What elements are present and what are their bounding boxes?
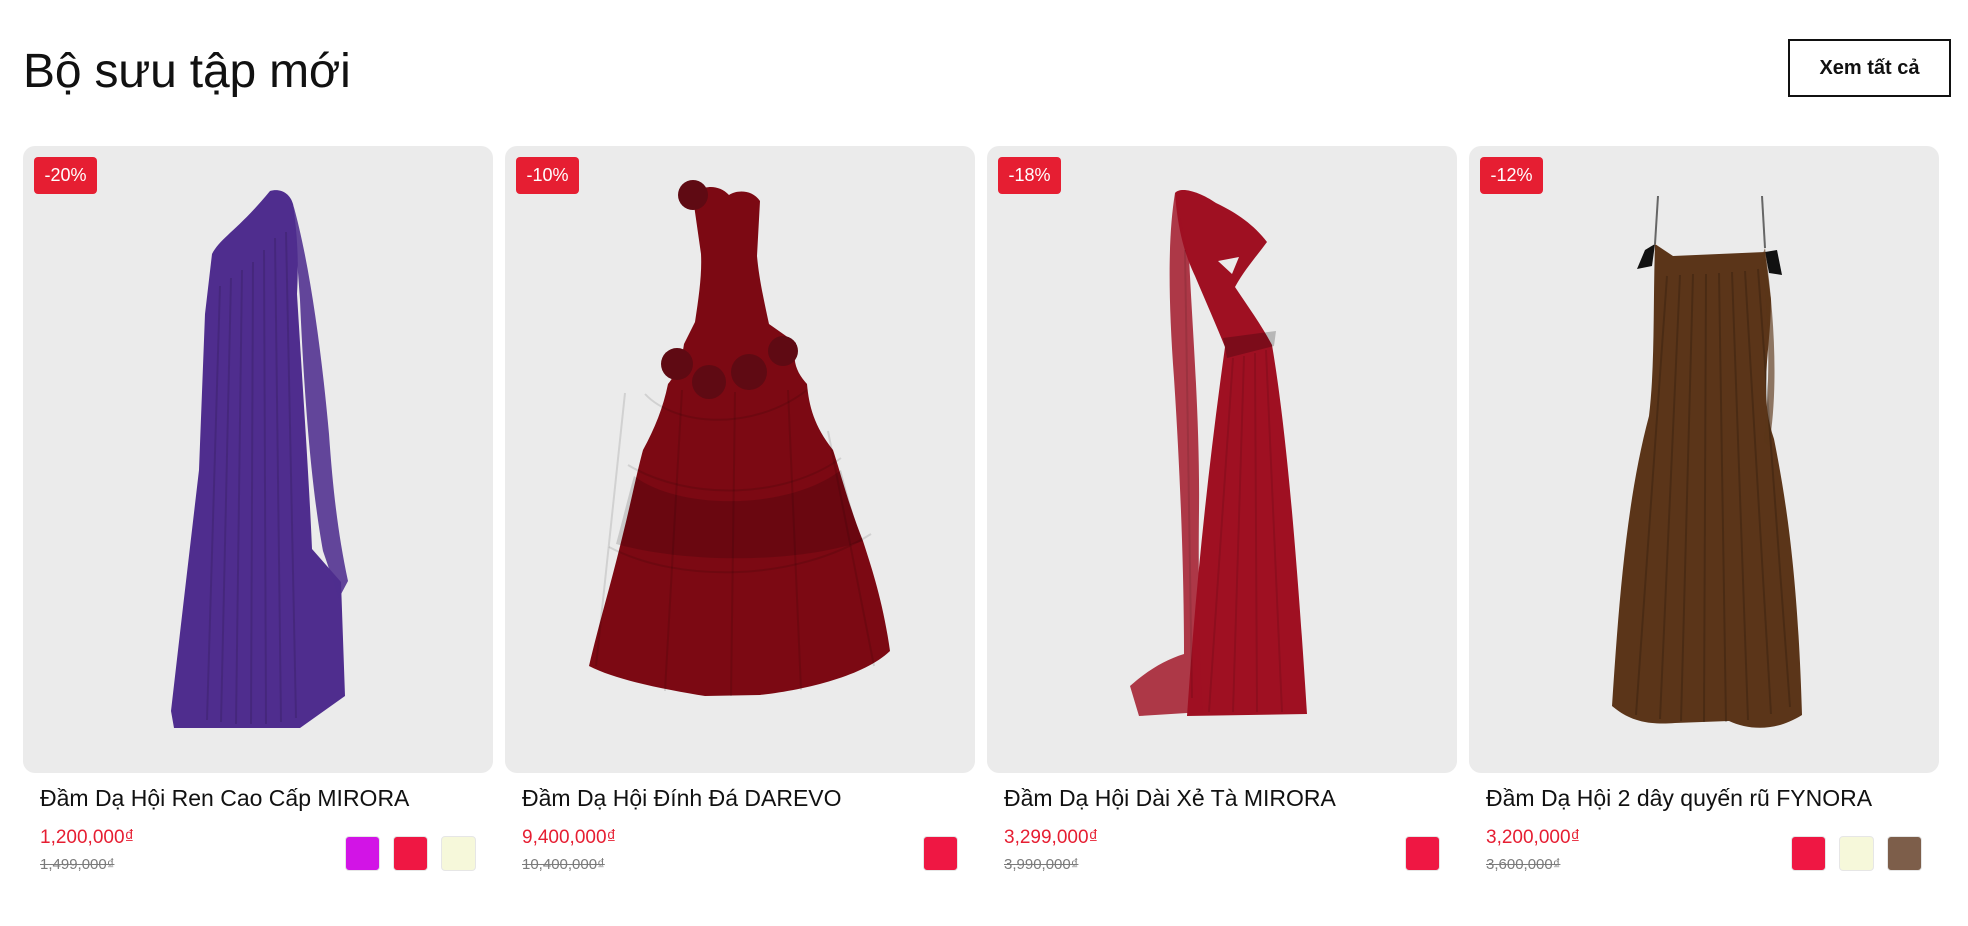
product-image-area[interactable]: -12%: [1469, 146, 1939, 773]
color-swatches: [923, 836, 958, 871]
dress-shape: [171, 190, 348, 728]
section-title: Bộ sưu tập mới: [23, 45, 351, 98]
color-swatch-red[interactable]: [393, 836, 428, 871]
red-gown-image[interactable]: [987, 146, 1457, 773]
color-swatch-brown[interactable]: [1887, 836, 1922, 871]
product-name[interactable]: Đầm Dạ Hội Dài Xẻ Tà MIRORA: [1004, 783, 1336, 813]
dress-shape: [1130, 189, 1307, 717]
sale-price: 3,200,000₫: [1486, 827, 1581, 848]
color-swatch-magenta[interactable]: [345, 836, 380, 871]
color-swatches: [345, 836, 476, 871]
sale-price: 1,200,000₫: [40, 827, 135, 848]
product-grid: -20% Đầm Dạ Hội Ren Cao Cấp MIRORA 1,200…: [23, 146, 1939, 889]
original-price: 10,400,000₫: [522, 856, 605, 873]
brown-gown-image[interactable]: [1469, 146, 1939, 773]
product-card[interactable]: -12% Đầm Dạ Hội 2 dây quyến rũ FYNORA 3,…: [1469, 146, 1939, 889]
product-name[interactable]: Đầm Dạ Hội Ren Cao Cấp MIRORA: [40, 783, 409, 813]
product-image-area[interactable]: -18%: [987, 146, 1457, 773]
new-collection-section: Bộ sưu tập mới Xem tất cả -20% Đầm Dạ Hộ…: [0, 0, 1968, 926]
product-info: Đầm Dạ Hội Dài Xẻ Tà MIRORA 3,299,000₫ 3…: [987, 773, 1457, 889]
section-header: Bộ sưu tập mới Xem tất cả: [23, 36, 1951, 102]
product-card[interactable]: -20% Đầm Dạ Hội Ren Cao Cấp MIRORA 1,200…: [23, 146, 493, 889]
sale-price: 9,400,000₫: [522, 827, 617, 848]
dress-shape: [589, 180, 890, 697]
product-card[interactable]: -10% Đầm Dạ Hội Đính Đá DAREVO 9,400,000…: [505, 146, 975, 889]
original-price: 3,600,000₫: [1486, 856, 1561, 873]
dress-straps: [1654, 195, 1766, 249]
product-name[interactable]: Đầm Dạ Hội 2 dây quyến rũ FYNORA: [1486, 783, 1872, 813]
original-price: 3,990,000₫: [1004, 856, 1079, 873]
purple-gown-image[interactable]: [23, 146, 493, 773]
product-image-area[interactable]: -20%: [23, 146, 493, 773]
product-image-area[interactable]: -10%: [505, 146, 975, 773]
view-all-button[interactable]: Xem tất cả: [1788, 39, 1951, 97]
color-swatch-cream[interactable]: [441, 836, 476, 871]
sale-price: 3,299,000₫: [1004, 827, 1099, 848]
original-price: 1,499,000₫: [40, 856, 115, 873]
color-swatch-red[interactable]: [1791, 836, 1826, 871]
color-swatch-red[interactable]: [1405, 836, 1440, 871]
product-info: Đầm Dạ Hội 2 dây quyến rũ FYNORA 3,200,0…: [1469, 773, 1939, 889]
product-card[interactable]: -18% Đầm Dạ Hội Dài Xẻ Tà MIRORA 3,299,0…: [987, 146, 1457, 889]
color-swatch-red[interactable]: [923, 836, 958, 871]
product-name[interactable]: Đầm Dạ Hội Đính Đá DAREVO: [522, 783, 842, 813]
discount-badge: -10%: [516, 157, 579, 194]
product-info: Đầm Dạ Hội Đính Đá DAREVO 9,400,000₫ 10,…: [505, 773, 975, 889]
color-swatch-cream[interactable]: [1839, 836, 1874, 871]
discount-badge: -20%: [34, 157, 97, 194]
discount-badge: -12%: [1480, 157, 1543, 194]
discount-badge: -18%: [998, 157, 1061, 194]
color-swatches: [1791, 836, 1922, 871]
color-swatches: [1405, 836, 1440, 871]
burgundy-gown-image[interactable]: [505, 146, 975, 773]
product-info: Đầm Dạ Hội Ren Cao Cấp MIRORA 1,200,000₫…: [23, 773, 493, 889]
